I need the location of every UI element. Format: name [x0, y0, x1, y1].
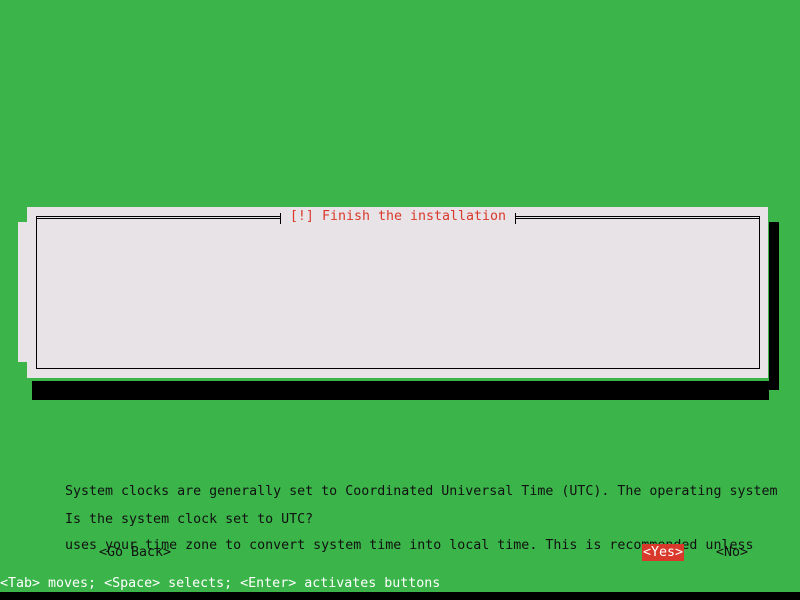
title-rule-left [36, 212, 281, 224]
installer-screen: [!] Finish the installation System clock… [0, 0, 800, 600]
finish-installation-dialog: [!] Finish the installation System clock… [27, 207, 777, 600]
dialog-border [36, 216, 760, 369]
dialog-title: [!] Finish the installation [280, 209, 516, 225]
no-button[interactable]: <No> [715, 544, 749, 561]
body-line: System clocks are generally set to Coord… [65, 484, 778, 499]
title-rule-right [515, 212, 760, 224]
dialog-shadow-bottom [32, 381, 769, 400]
dialog-question: Is the system clock set to UTC? [65, 512, 314, 527]
status-hint-bar: <Tab> moves; <Space> selects; <Enter> ac… [0, 576, 800, 592]
go-back-button[interactable]: <Go Back> [98, 544, 172, 561]
dialog-titlebar: [!] Finish the installation [36, 209, 760, 227]
yes-button[interactable]: <Yes> [642, 544, 685, 561]
bottom-black-strip [0, 592, 800, 600]
dialog-button-row: <Go Back> <Yes> <No> [65, 544, 755, 561]
dialog-shadow-right [769, 222, 779, 390]
